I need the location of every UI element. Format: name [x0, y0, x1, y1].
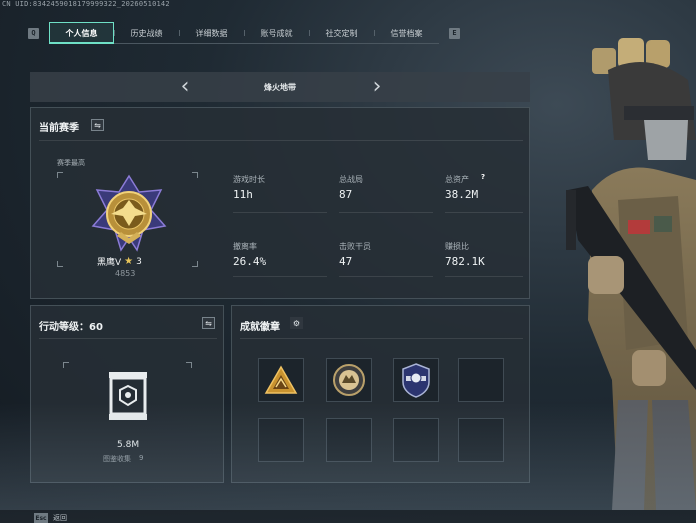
tab-list: 个人信息 历史战绩 详细数据 账号成就 社交定制 信誉档案: [49, 22, 439, 44]
gear-icon[interactable]: ⚙: [290, 317, 303, 329]
collection-label: 图鉴收集: [103, 455, 131, 463]
stat-value-extraction-rate: 26.4%: [233, 255, 267, 268]
top-tab-bar: Q 个人信息 历史战绩 详细数据 账号成就 社交定制 信誉档案 E: [28, 22, 462, 44]
season-best-label: 赛季最高: [57, 159, 85, 167]
stat-divider: [233, 276, 327, 277]
stat-divider: [445, 212, 523, 213]
badge-slot-empty[interactable]: [258, 418, 304, 462]
panel-divider: [39, 338, 217, 339]
tab-personal-info[interactable]: 个人信息: [49, 22, 114, 44]
tab-achievements[interactable]: 账号成就: [244, 22, 309, 44]
prev-tab-key-hint[interactable]: Q: [28, 27, 39, 39]
rank-stars: 3: [136, 256, 142, 267]
stat-label-operators-killed: 击败干员: [339, 242, 371, 251]
badge-slot-empty[interactable]: [458, 358, 504, 402]
swap-icon[interactable]: ⇋: [91, 119, 104, 131]
frame-corner: [192, 261, 198, 267]
swap-icon[interactable]: ⇋: [202, 317, 215, 329]
triangle-emblem-icon: [264, 365, 298, 394]
stat-label-playtime: 游戏时长: [233, 175, 265, 184]
star-icon: ★: [124, 256, 134, 267]
stat-value-playtime: 11h: [233, 188, 253, 201]
season-divider: [39, 140, 523, 141]
stat-label-total-assets: 总资产: [445, 175, 469, 184]
season-title: 当前赛季: [39, 123, 79, 134]
badge-slot[interactable]: [326, 358, 372, 402]
stat-divider: [339, 212, 433, 213]
map-mode-name: 烽火地带: [264, 82, 296, 92]
chevron-right-icon[interactable]: ›: [362, 72, 392, 102]
tab-detailed-data[interactable]: 详细数据: [179, 22, 244, 44]
back-label[interactable]: 返回: [53, 513, 67, 523]
rank-name-row: 黑鹰V ★ 3: [97, 255, 142, 268]
stat-label-extraction-rate: 撤离率: [233, 242, 257, 251]
operator-character-illustration: [566, 38, 696, 510]
stat-value-operators-killed: 47: [339, 255, 353, 268]
collection-count: 9: [139, 454, 144, 462]
round-emblem-icon: [333, 364, 365, 396]
frame-corner: [57, 172, 63, 178]
user-id-label: CN UID:8342459018179999322_20260510142: [2, 0, 170, 8]
tab-credit-record[interactable]: 信誉档案: [374, 22, 439, 44]
bottom-hint-bar: [0, 510, 696, 523]
rank-emblem-icon: [91, 174, 167, 252]
frame-corner: [192, 172, 198, 178]
stat-label-profit-loss: 赚损比: [445, 242, 469, 251]
badge-slot-empty[interactable]: [458, 418, 504, 462]
collection-case-icon: [109, 372, 147, 420]
rank-name: 黑鹰V: [97, 258, 122, 268]
shield-emblem-icon: [402, 363, 430, 398]
stat-label-total-matches: 总战局: [339, 175, 363, 184]
stat-value-total-matches: 87: [339, 188, 353, 201]
next-tab-key-hint[interactable]: E: [449, 27, 460, 39]
tab-social-custom[interactable]: 社交定制: [309, 22, 374, 44]
stat-value-profit-loss: 782.1K: [445, 255, 485, 268]
badges-panel: 成就徽章 ⚙: [231, 305, 530, 483]
stat-value-total-assets: 38.2M: [445, 188, 479, 201]
badge-slot[interactable]: [258, 358, 304, 402]
chevron-left-icon[interactable]: ‹: [170, 72, 200, 102]
back-key-hint[interactable]: Esc: [34, 513, 48, 523]
help-icon[interactable]: ?: [478, 172, 488, 182]
frame-corner: [63, 362, 69, 368]
badges-title: 成就徽章: [240, 322, 280, 333]
badge-slot[interactable]: [393, 358, 439, 402]
rank-points: 4853: [115, 269, 136, 278]
stat-divider: [445, 276, 523, 277]
action-level-title: 行动等级：60: [39, 322, 103, 333]
action-level-panel: 行动等级：60 ⇋ 5.8M 图鉴收集 9: [30, 305, 224, 483]
badge-slot-empty[interactable]: [326, 418, 372, 462]
tab-match-history[interactable]: 历史战绩: [114, 22, 179, 44]
action-level-value: 5.8M: [117, 440, 140, 450]
frame-corner: [57, 261, 63, 267]
panel-divider: [240, 338, 523, 339]
map-mode-selector: ‹ 烽火地带 ›: [30, 72, 530, 102]
badge-slot-empty[interactable]: [393, 418, 439, 462]
season-panel: 当前赛季 ⇋ 赛季最高 黑鹰V ★ 3 4853 游戏时长 11h 总战局 87…: [30, 107, 530, 299]
stat-divider: [233, 212, 327, 213]
collection-row: 图鉴收集 9: [103, 454, 143, 464]
stat-divider: [339, 276, 433, 277]
frame-corner: [186, 362, 192, 368]
